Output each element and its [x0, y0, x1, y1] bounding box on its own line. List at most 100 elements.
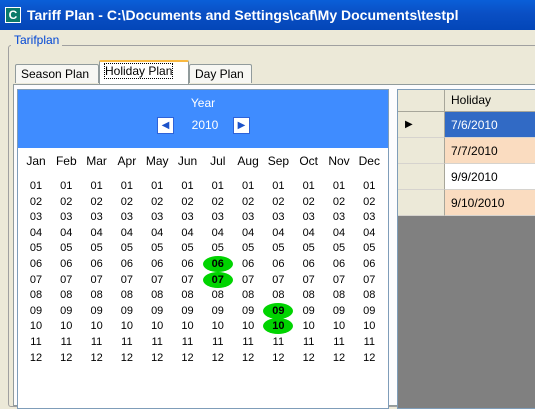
day-cell[interactable]: 08 [142, 287, 172, 303]
day-cell[interactable]: 02 [294, 194, 324, 210]
row-header[interactable]: ▶ [398, 112, 445, 138]
day-cell[interactable]: 01 [263, 178, 293, 194]
holiday-day-cell[interactable]: 07 [202, 271, 233, 288]
day-cell[interactable]: 04 [173, 225, 203, 241]
holiday-date-cell[interactable]: 7/7/2010 [445, 138, 535, 164]
tab-day-plan[interactable]: Day Plan [189, 64, 252, 83]
day-cell[interactable]: 08 [51, 287, 81, 303]
day-cell[interactable]: 11 [203, 334, 233, 350]
day-cell[interactable]: 07 [21, 272, 51, 288]
day-cell[interactable]: 02 [21, 194, 51, 210]
day-cell[interactable]: 06 [233, 256, 263, 272]
day-cell[interactable]: 05 [354, 240, 384, 256]
day-cell[interactable]: 09 [354, 303, 384, 319]
day-cell[interactable]: 01 [203, 178, 233, 194]
day-cell[interactable]: 07 [82, 272, 112, 288]
day-cell[interactable]: 12 [203, 350, 233, 366]
day-cell[interactable]: 09 [233, 303, 263, 319]
prev-year-button[interactable]: ◀ [157, 117, 174, 134]
day-cell[interactable]: 02 [203, 194, 233, 210]
day-cell[interactable]: 01 [112, 178, 142, 194]
day-cell[interactable]: 10 [142, 318, 172, 334]
holiday-date-cell[interactable]: 9/10/2010 [445, 190, 535, 216]
day-cell[interactable]: 09 [294, 303, 324, 319]
day-cell[interactable]: 09 [203, 303, 233, 319]
row-header[interactable] [398, 138, 445, 164]
day-cell[interactable]: 10 [82, 318, 112, 334]
year-calendar[interactable]: Year ◀ 2010 ▶ Jan Feb Mar Apr May Jun Jul Aug Se… [17, 89, 389, 409]
day-cell[interactable]: 06 [51, 256, 81, 272]
day-cell[interactable]: 10 [354, 318, 384, 334]
day-cell[interactable]: 03 [324, 209, 354, 225]
day-cell[interactable]: 02 [233, 194, 263, 210]
day-cell[interactable]: 06 [324, 256, 354, 272]
day-cell[interactable]: 11 [294, 334, 324, 350]
day-cell[interactable]: 02 [51, 194, 81, 210]
day-cell[interactable]: 04 [112, 225, 142, 241]
day-cell[interactable]: 11 [112, 334, 142, 350]
day-cell[interactable]: 02 [112, 194, 142, 210]
day-cell[interactable]: 06 [112, 256, 142, 272]
day-cell[interactable]: 04 [354, 225, 384, 241]
day-cell[interactable]: 06 [354, 256, 384, 272]
day-cell[interactable]: 08 [233, 287, 263, 303]
day-cell[interactable]: 12 [233, 350, 263, 366]
tab-holiday-plan[interactable]: Holiday Plan [99, 60, 189, 84]
day-cell[interactable]: 01 [233, 178, 263, 194]
day-cell[interactable]: 08 [112, 287, 142, 303]
next-year-button[interactable]: ▶ [233, 117, 250, 134]
day-cell[interactable]: 07 [294, 272, 324, 288]
day-cell[interactable]: 12 [263, 350, 293, 366]
day-cell[interactable]: 05 [263, 240, 293, 256]
day-cell[interactable]: 04 [142, 225, 172, 241]
day-cell[interactable]: 03 [51, 209, 81, 225]
day-cell[interactable]: 04 [51, 225, 81, 241]
day-cell[interactable]: 09 [21, 303, 51, 319]
day-cell[interactable]: 08 [82, 287, 112, 303]
day-cell[interactable]: 11 [354, 334, 384, 350]
day-cell[interactable]: 12 [21, 350, 51, 366]
day-cell[interactable]: 08 [21, 287, 51, 303]
day-cell[interactable]: 06 [21, 256, 51, 272]
day-cell[interactable]: 05 [233, 240, 263, 256]
day-cell[interactable]: 05 [82, 240, 112, 256]
day-cell[interactable]: 12 [173, 350, 203, 366]
day-cell[interactable]: 04 [82, 225, 112, 241]
day-cell[interactable]: 11 [173, 334, 203, 350]
day-cell[interactable]: 10 [51, 318, 81, 334]
day-cell[interactable]: 06 [173, 256, 203, 272]
day-cell[interactable]: 03 [203, 209, 233, 225]
day-cell[interactable]: 02 [263, 194, 293, 210]
day-cell[interactable]: 09 [112, 303, 142, 319]
day-cell[interactable]: 05 [21, 240, 51, 256]
day-cell[interactable]: 02 [142, 194, 172, 210]
day-cell[interactable]: 04 [263, 225, 293, 241]
day-cell[interactable]: 06 [142, 256, 172, 272]
day-cell[interactable]: 12 [82, 350, 112, 366]
day-cell[interactable]: 05 [294, 240, 324, 256]
day-cell[interactable]: 03 [21, 209, 51, 225]
holiday-day-cell[interactable]: 09 [263, 302, 294, 319]
day-cell[interactable]: 02 [173, 194, 203, 210]
day-cell[interactable]: 07 [142, 272, 172, 288]
day-cell[interactable]: 09 [82, 303, 112, 319]
day-cell[interactable]: 12 [354, 350, 384, 366]
day-cell[interactable]: 06 [294, 256, 324, 272]
day-cell[interactable]: 01 [324, 178, 354, 194]
row-header[interactable] [398, 190, 445, 216]
day-cell[interactable]: 10 [203, 318, 233, 334]
day-cell[interactable]: 03 [173, 209, 203, 225]
day-cell[interactable]: 01 [21, 178, 51, 194]
day-cell[interactable]: 11 [324, 334, 354, 350]
holiday-day-cell[interactable]: 10 [263, 318, 294, 335]
row-header[interactable] [398, 164, 445, 190]
day-cell[interactable]: 12 [324, 350, 354, 366]
day-cell[interactable]: 05 [324, 240, 354, 256]
holiday-date-cell[interactable]: 9/9/2010 [445, 164, 535, 190]
day-cell[interactable]: 05 [112, 240, 142, 256]
day-cell[interactable]: 05 [142, 240, 172, 256]
day-cell[interactable]: 01 [142, 178, 172, 194]
day-cell[interactable]: 05 [51, 240, 81, 256]
day-cell[interactable]: 07 [112, 272, 142, 288]
day-cell[interactable]: 12 [112, 350, 142, 366]
